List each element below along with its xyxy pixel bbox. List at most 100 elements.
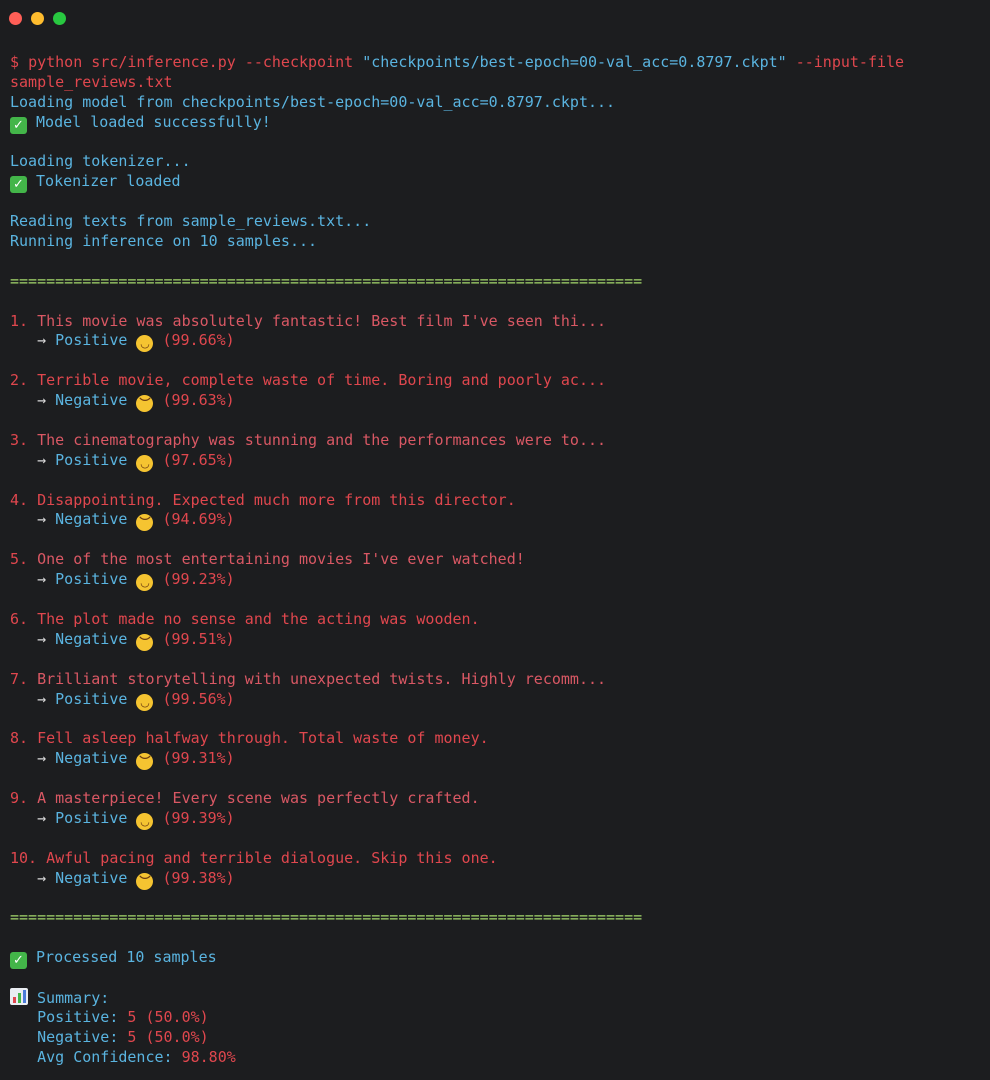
- result-prediction-line: → Negative ︶ (99.51%): [10, 629, 980, 651]
- arrow: →: [37, 629, 47, 648]
- result-index: 10.: [10, 848, 38, 867]
- smiling-face-icon: ◡: [136, 812, 154, 830]
- result-review-text: Awful pacing and terrible dialogue. Skip…: [46, 848, 498, 867]
- loading-tokenizer-text: Loading tokenizer...: [10, 152, 191, 171]
- processed-text: Processed 10 samples: [36, 948, 217, 967]
- result-label: Positive: [55, 570, 128, 589]
- result-index: 6.: [10, 609, 29, 628]
- tokenizer-loaded-line: ✓ Tokenizer loaded: [10, 172, 980, 194]
- result-review-text: A masterpiece! Every scene was perfectly…: [37, 788, 480, 807]
- disappointed-face-icon: ︶: [136, 395, 154, 413]
- result-label: Negative: [55, 749, 128, 768]
- result-review-text: One of the most entertaining movies I've…: [37, 550, 525, 569]
- minimize-window-button[interactable]: [31, 12, 44, 25]
- disappointed-face-icon: ︶: [136, 514, 154, 532]
- result-index: 9.: [10, 788, 29, 807]
- result-label: Negative: [55, 391, 128, 410]
- loading-tokenizer-line: Loading tokenizer...: [10, 152, 980, 172]
- arrow: →: [37, 450, 47, 469]
- result-confidence: (99.63%): [162, 391, 235, 410]
- result-confidence: (99.38%): [162, 868, 235, 887]
- bar-chart-icon: [10, 987, 28, 1005]
- result-confidence: (97.65%): [162, 450, 235, 469]
- result-text-line: 1. This movie was absolutely fantastic! …: [10, 312, 980, 332]
- separator-line: ========================================…: [10, 272, 980, 292]
- result-prediction-line: → Positive ◡ (97.65%): [10, 450, 980, 472]
- command-script: src/inference.py: [91, 53, 236, 71]
- result-label: Negative: [55, 868, 128, 887]
- result-index: 1.: [10, 311, 29, 330]
- result-text-line: 9. A masterpiece! Every scene was perfec…: [10, 789, 980, 809]
- smiling-face-icon: ◡: [136, 574, 154, 592]
- result-index: 8.: [10, 729, 29, 748]
- terminal-output[interactable]: $ python src/inference.py --checkpoint "…: [10, 53, 980, 1067]
- summary-negative-value: 5 (50.0%): [127, 1027, 209, 1046]
- result-review-text: The plot made no sense and the acting wa…: [37, 609, 480, 628]
- zoom-window-button[interactable]: [53, 12, 66, 25]
- result-prediction-line: → Negative ︶ (99.63%): [10, 391, 980, 413]
- close-window-button[interactable]: [9, 12, 22, 25]
- summary-negative-label: Negative:: [37, 1027, 119, 1046]
- result-label: Positive: [55, 808, 128, 827]
- result-text-line: 3. The cinematography was stunning and t…: [10, 431, 980, 451]
- smiling-face-icon: ◡: [136, 454, 154, 472]
- result-confidence: (99.51%): [162, 629, 235, 648]
- result-text-line: 4. Disappointing. Expected much more fro…: [10, 491, 980, 511]
- arrow: →: [37, 510, 47, 529]
- summary-title: Summary:: [37, 988, 110, 1007]
- result-prediction-line: → Negative ︶ (94.69%): [10, 510, 980, 532]
- result-review-text: Terrible movie, complete waste of time. …: [37, 371, 607, 390]
- separator: ========================================…: [10, 908, 643, 927]
- model-loaded-text: Model loaded successfully!: [36, 112, 271, 131]
- separator: ========================================…: [10, 271, 643, 290]
- result-index: 7.: [10, 669, 29, 688]
- result-confidence: (94.69%): [162, 510, 235, 529]
- disappointed-face-icon: ︶: [136, 633, 154, 651]
- check-mark-icon: ✓: [10, 952, 27, 970]
- check-mark-icon: ✓: [10, 176, 27, 194]
- disappointed-face-icon: ︶: [136, 872, 154, 890]
- summary-avg-label: Avg Confidence:: [37, 1047, 173, 1066]
- command-line: $ python src/inference.py --checkpoint "…: [10, 53, 980, 73]
- summary-avg-value: 98.80%: [181, 1047, 236, 1066]
- arrow: →: [37, 689, 47, 708]
- result-confidence: (99.66%): [162, 331, 235, 350]
- loading-model-text: Loading model from checkpoints/best-epoc…: [10, 92, 616, 111]
- command-input-value: sample_reviews.txt: [10, 72, 173, 91]
- summary-title-line: Summary:: [10, 987, 980, 1008]
